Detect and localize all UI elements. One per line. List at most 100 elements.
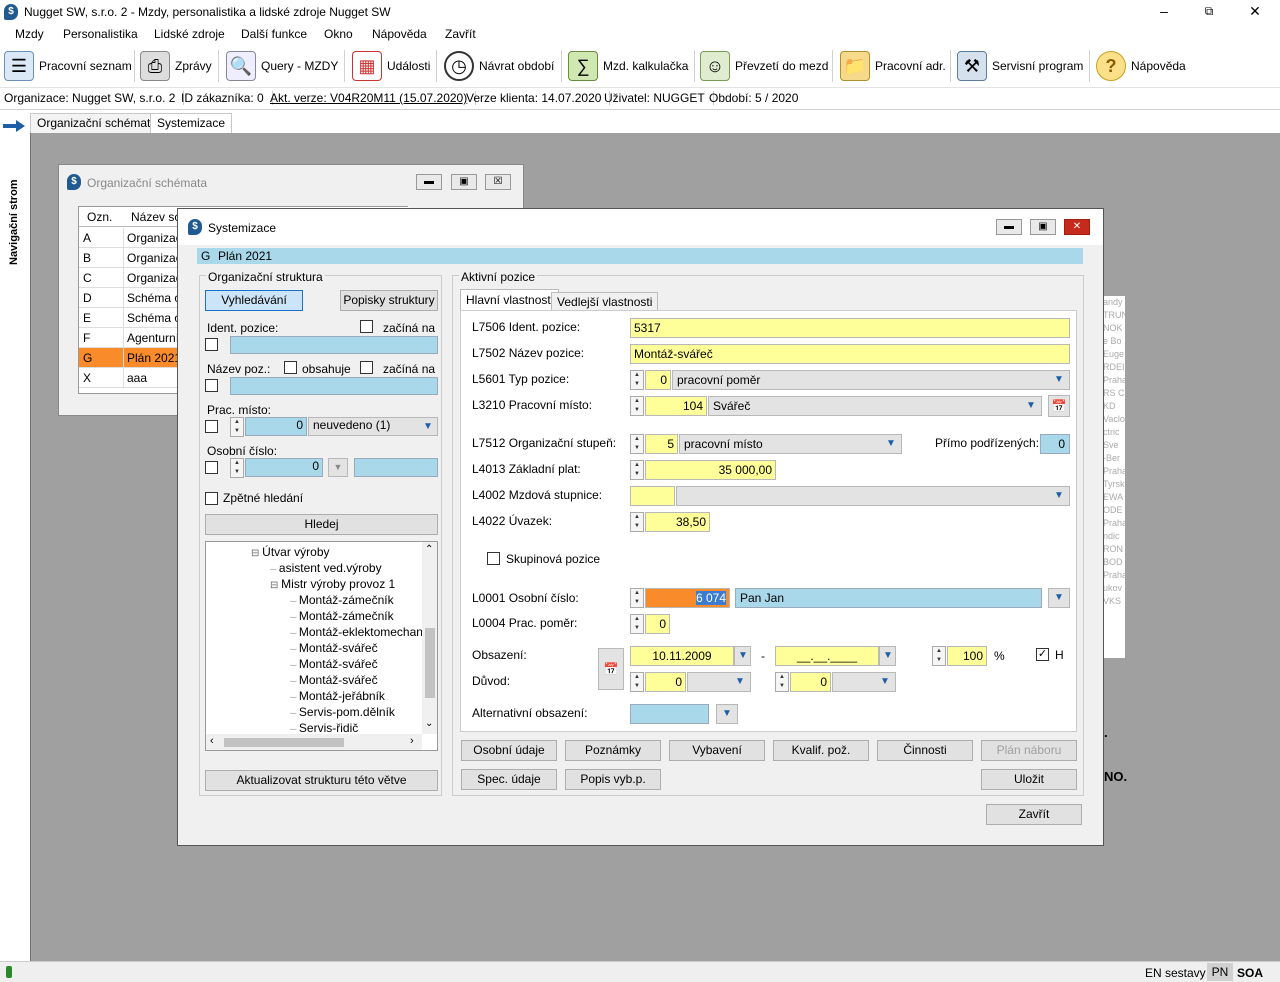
osobni-cislo-field[interactable]: 6 074 xyxy=(645,588,730,608)
osobni-cislo-checkbox[interactable] xyxy=(205,461,218,474)
zacina-na-checkbox-2[interactable] xyxy=(360,361,373,374)
prac-misto-checkbox[interactable] xyxy=(205,420,218,433)
arrow-right-icon[interactable] xyxy=(2,119,26,133)
uvazek-spinner[interactable]: ▲ ▼ xyxy=(630,512,644,532)
prac-pomer-field[interactable]: 0 xyxy=(645,614,670,634)
verze-link[interactable]: Akt. verze: V04R20M11 (15.07.2020) xyxy=(270,91,477,105)
duvod-spinner-2[interactable]: ▲ ▼ xyxy=(775,672,789,692)
nazev-pozice-field[interactable]: Montáž-svářeč xyxy=(630,344,1070,364)
org-stupen-spinner[interactable]: ▲ ▼ xyxy=(630,434,644,454)
tree-item[interactable]: ─ asistent ved.výroby xyxy=(270,560,382,576)
chevron-down-icon[interactable]: ⌄ xyxy=(425,718,433,729)
duvod-select-1[interactable]: ▼ xyxy=(687,672,751,692)
obsazeni-pct-spinner[interactable]: ▲ ▼ xyxy=(932,646,946,666)
plan-naboru-button[interactable]: Plán náboru xyxy=(981,740,1077,761)
nazev-poz-input[interactable] xyxy=(230,377,438,395)
menu-dalsi-funkce[interactable]: Další funkce xyxy=(241,27,307,41)
prac-misto-select[interactable]: neuvedeno (1) ▼ xyxy=(308,417,438,436)
pracovni-misto-num[interactable]: 104 xyxy=(645,396,707,416)
duvod-spinner-1[interactable]: ▲ ▼ xyxy=(630,672,644,692)
menu-personalistika[interactable]: Personalistika xyxy=(63,27,138,41)
pn-status[interactable]: PN xyxy=(1207,963,1233,981)
mzdova-stupnice-select[interactable]: ▼ xyxy=(676,486,1070,506)
maximize-button[interactable]: ▣ xyxy=(1030,219,1056,235)
zakladni-plat-field[interactable]: 35 000,00 xyxy=(645,460,776,480)
zpravy-button[interactable]: ⎙ Zprávy xyxy=(140,48,212,84)
tree-item[interactable]: ⊟ Mistr výroby provoz 1 xyxy=(270,576,395,592)
prac-pomer-spinner[interactable]: ▲ ▼ xyxy=(630,614,644,634)
tab-systemizace[interactable]: Systemizace xyxy=(150,113,233,133)
osobni-cislo-dropdown[interactable]: ▼ xyxy=(1048,588,1070,608)
servisni-program-button[interactable]: ⚒ Servisní program xyxy=(957,48,1083,84)
zakladni-plat-spinner[interactable]: ▲ ▼ xyxy=(630,460,644,480)
skupinova-pozice-checkbox[interactable] xyxy=(487,552,500,565)
kalkulacka-button[interactable]: ∑ Mzd. kalkulačka xyxy=(568,48,688,84)
osobni-cislo-name[interactable] xyxy=(354,458,438,477)
osobni-cislo-spinner-2[interactable]: ▲ ▼ xyxy=(630,588,644,608)
osobni-udaje-button[interactable]: Osobní údaje xyxy=(461,740,557,761)
kvalif-poz-button[interactable]: Kvalif. pož. xyxy=(773,740,869,761)
col-ozn[interactable]: Ozn. xyxy=(87,207,112,227)
tab-vedlejsi-vlastnosti[interactable]: Vedlejší vlastnosti xyxy=(551,292,659,311)
obsazeni-pct-field[interactable]: 100 xyxy=(947,646,987,666)
napoveda-button[interactable]: ? Nápověda xyxy=(1096,48,1186,84)
org-stupen-select[interactable]: pracovní místo ▼ xyxy=(679,434,902,454)
hscroll-thumb[interactable] xyxy=(224,738,344,747)
udalosti-button[interactable]: ▦ Události xyxy=(352,48,430,84)
aktualizovat-button[interactable]: Aktualizovat strukturu této větve xyxy=(205,770,438,791)
tree-item[interactable]: ─ Servis-řidič xyxy=(290,720,358,732)
soa-status[interactable]: SOA xyxy=(1237,966,1263,980)
hledej-button[interactable]: Hledej xyxy=(205,514,438,535)
obsazeni-od-field[interactable]: 10.11.2009 xyxy=(630,646,734,666)
cinnosti-button[interactable]: Činnosti xyxy=(877,740,973,761)
vyhledavani-button[interactable]: Vyhledávání xyxy=(205,290,303,311)
prac-misto-num[interactable]: 0 xyxy=(245,417,307,436)
h-checkbox[interactable]: ✓ xyxy=(1036,648,1049,661)
restore-button[interactable]: ⧉ xyxy=(1199,2,1219,20)
mzdova-stupnice-field[interactable] xyxy=(630,486,675,506)
ulozit-button[interactable]: Uložit xyxy=(981,769,1077,790)
chevron-right-icon[interactable]: › xyxy=(410,735,414,747)
pracovni-seznam-button[interactable]: ☰ Pracovní seznam xyxy=(4,48,132,84)
history-icon[interactable]: 📅 xyxy=(598,648,624,690)
popis-vyb-button[interactable]: Popis vyb.p. xyxy=(565,769,661,790)
org-stupen-num[interactable]: 5 xyxy=(645,434,678,454)
menu-napoveda[interactable]: Nápověda xyxy=(372,27,427,41)
menu-okno[interactable]: Okno xyxy=(324,27,353,41)
duvod-field-1[interactable]: 0 xyxy=(645,672,686,692)
popisky-struktury-button[interactable]: Popisky struktury xyxy=(340,290,438,311)
tree-item[interactable]: ─ Montáž-zámečník xyxy=(290,592,394,608)
uvazek-field[interactable]: 38,50 xyxy=(645,512,710,532)
obsazeni-do-dropdown[interactable]: ▼ xyxy=(879,646,896,666)
close-button[interactable]: ✕ xyxy=(1064,219,1090,235)
scroll-thumb[interactable] xyxy=(425,628,435,698)
obsazeni-do-field[interactable]: __.__.____ xyxy=(775,646,879,666)
menu-lidske-zdroje[interactable]: Lidské zdroje xyxy=(154,27,225,41)
duvod-field-2[interactable]: 0 xyxy=(790,672,831,692)
chevron-left-icon[interactable]: ‹ xyxy=(210,735,214,747)
osobni-cislo-name-field[interactable]: Pan Jan xyxy=(735,588,1042,608)
tab-hlavni-vlastnosti[interactable]: Hlavní vlastnosti xyxy=(460,289,560,311)
minimize-button[interactable]: – xyxy=(1154,2,1174,20)
zpetne-hledani-checkbox[interactable] xyxy=(205,492,218,505)
query-button[interactable]: 🔍 Query - MZDY xyxy=(226,48,338,84)
tree-item[interactable]: ─ Montáž-svářeč xyxy=(290,640,378,656)
tree-item[interactable]: ─ Montáž-jeřábník xyxy=(290,688,385,704)
collapse-icon[interactable]: ⊟ xyxy=(270,580,281,591)
navrat-obdobi-button[interactable]: ◷ Návrat období xyxy=(444,48,554,84)
tab-organizacni-schemata[interactable]: Organizační schémata xyxy=(30,113,165,133)
typ-pozice-num[interactable]: 0 xyxy=(645,370,671,390)
collapse-icon[interactable]: ⊟ xyxy=(251,548,262,559)
ident-pozice-input[interactable] xyxy=(230,336,438,354)
vybaveni-button[interactable]: Vybavení xyxy=(669,740,765,761)
osobni-cislo-num[interactable]: 0 xyxy=(245,458,323,477)
menu-mzdy[interactable]: Mzdy xyxy=(15,27,44,41)
zavrit-button[interactable]: Zavřít xyxy=(986,804,1082,825)
minimize-button[interactable]: ▬ xyxy=(996,219,1022,235)
osobni-cislo-spinner[interactable]: ▲ ▼ xyxy=(230,458,244,478)
duvod-select-2[interactable]: ▼ xyxy=(832,672,896,692)
ident-pozice-field[interactable]: 5317 xyxy=(630,318,1070,338)
typ-pozice-select[interactable]: pracovní poměr ▼ xyxy=(672,370,1070,390)
navigacni-strom-label[interactable]: Navigační strom xyxy=(8,145,22,265)
close-button[interactable]: ✕ xyxy=(1245,2,1265,20)
